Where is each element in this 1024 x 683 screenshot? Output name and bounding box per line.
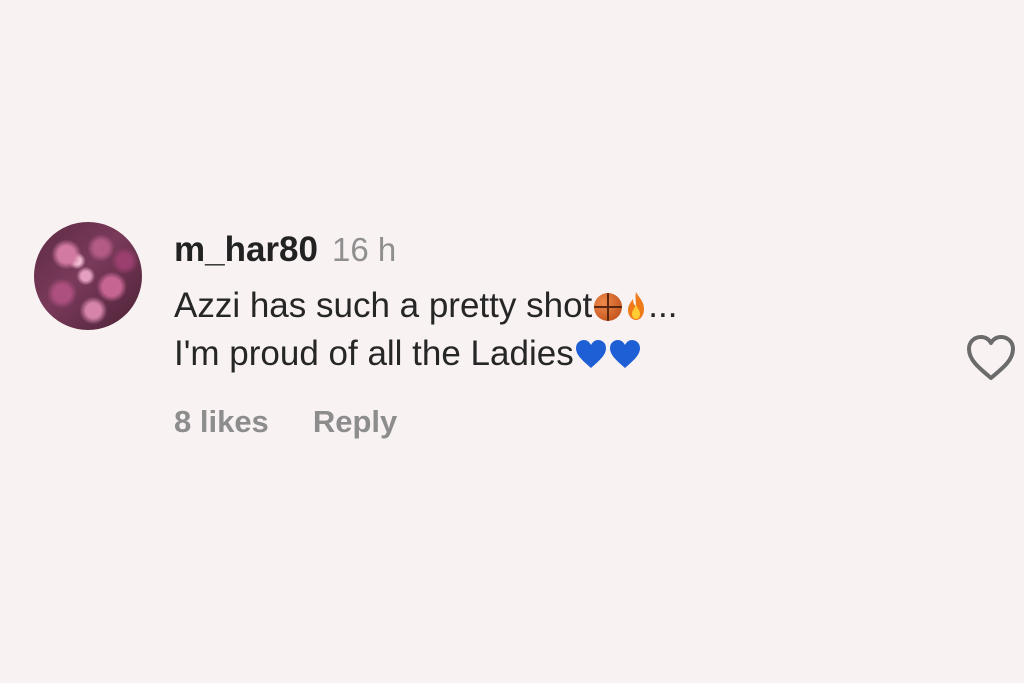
blue-heart-emoji-icon — [575, 340, 606, 368]
comment-text-line-1: Azzi has such a pretty shot... — [174, 282, 934, 330]
likes-count[interactable]: 8 likes — [174, 404, 269, 440]
heart-icon[interactable] — [964, 332, 1018, 382]
comment-actions: 8 likes Reply — [174, 404, 934, 440]
blue-heart-emoji-icon — [609, 340, 640, 368]
reply-button[interactable]: Reply — [313, 404, 397, 440]
comment-time: 16 h — [331, 231, 397, 268]
comment-meta: m_har80 16 h — [174, 230, 934, 282]
comment-text-ellipsis: ... — [648, 286, 678, 325]
fire-emoji-icon — [628, 292, 645, 320]
comment-text-2: I'm proud of all the Ladies — [174, 334, 574, 373]
comment-body: m_har80 16 h Azzi has such a pretty shot… — [174, 230, 934, 440]
avatar[interactable] — [34, 222, 142, 330]
comment-text-line-2: I'm proud of all the Ladies — [174, 330, 934, 378]
comment-item: m_har80 16 h Azzi has such a pretty shot… — [34, 222, 1024, 492]
comment-text-1: Azzi has such a pretty shot — [174, 286, 593, 325]
basketball-emoji-icon — [594, 293, 623, 321]
username-link[interactable]: m_har80 — [174, 230, 318, 270]
